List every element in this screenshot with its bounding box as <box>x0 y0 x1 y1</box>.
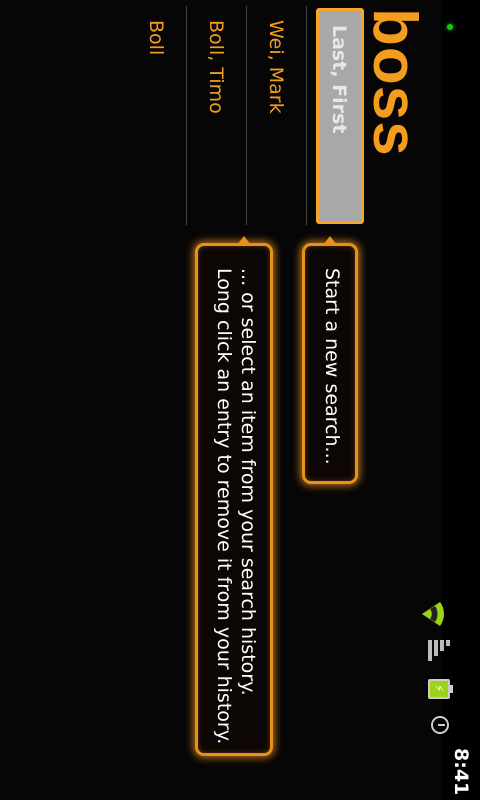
search-placeholder: Last, First <box>328 25 350 134</box>
history-hint-line-1: ... or select an item from your search h… <box>237 268 259 696</box>
history-hint-line-2: Long click an entry to remove it from yo… <box>213 268 235 745</box>
history-item-label: Wei, Mark <box>265 20 287 114</box>
history-hint-bubble: ... or select an item from your search h… <box>195 236 273 756</box>
hint-pointer <box>323 236 337 245</box>
status-bar: ⚡ 8:41 <box>422 0 480 800</box>
status-clock: 8:41 <box>450 748 472 796</box>
alarm-icon <box>431 716 449 734</box>
history-item-label: Boll <box>145 20 167 56</box>
signal-icon <box>426 640 450 662</box>
battery-charging-icon: ⚡ <box>428 679 450 699</box>
history-item[interactable]: Boll <box>129 6 187 225</box>
wifi-icon <box>416 598 448 626</box>
search-input[interactable]: Last, First <box>316 8 364 224</box>
history-item[interactable]: Boll, Timo <box>189 6 247 225</box>
history-item-label: Boll, Timo <box>205 20 227 114</box>
new-search-hint-bubble: Start a new search... <box>302 236 358 484</box>
history-item[interactable]: Wei, Mark <box>249 6 307 225</box>
app-logo: boss <box>360 8 429 157</box>
hint-pointer <box>237 236 251 245</box>
notification-led-icon <box>447 24 453 30</box>
new-search-hint-text: Start a new search... <box>321 268 343 465</box>
screen: ⚡ 8:41 boss Last, First Wei, Mark Boll, … <box>0 0 480 800</box>
